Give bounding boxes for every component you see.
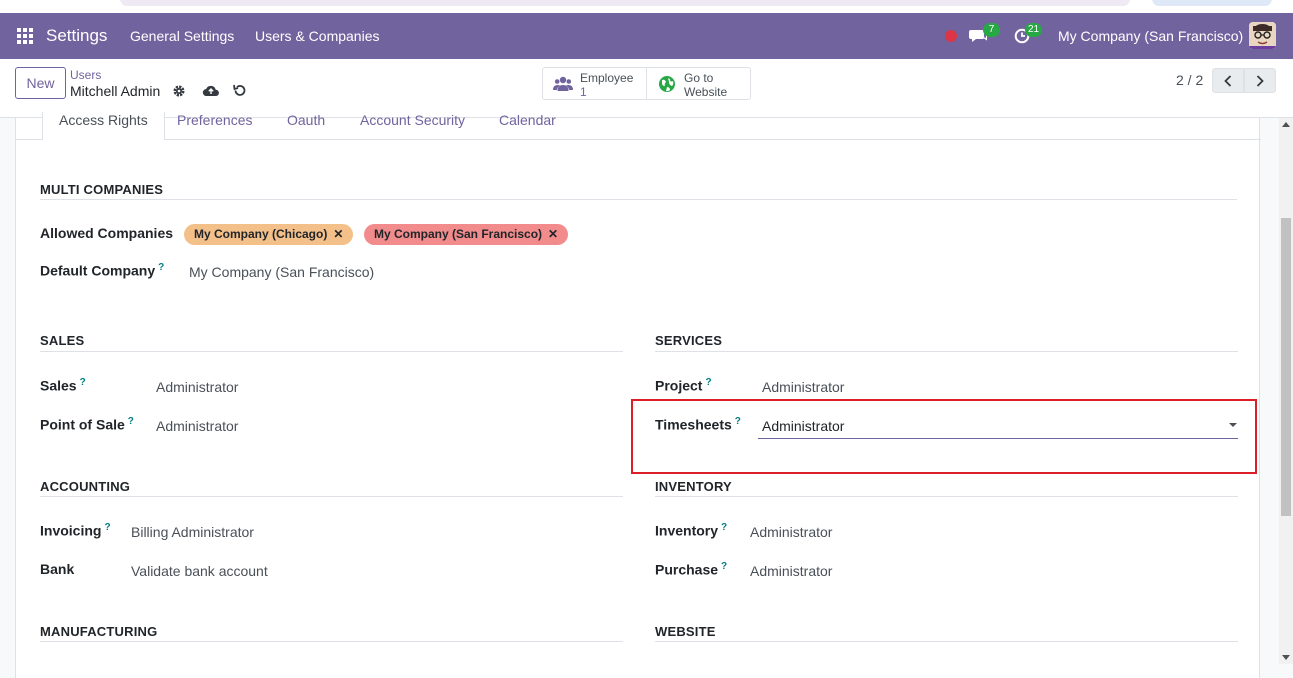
inventory-value[interactable]: Administrator [750,524,832,540]
employee-count: 1 [580,85,587,99]
field-label-purchase: Purchase? [655,561,727,578]
point-of-sale-value[interactable]: Administrator [156,418,238,434]
section-divider [40,199,1237,200]
section-divider [655,641,1238,642]
field-label-project: Project? [655,377,712,394]
scroll-up-arrow-icon[interactable] [1282,122,1290,127]
breadcrumb-users[interactable]: Users [70,68,101,82]
chevron-left-icon [1224,75,1232,87]
section-title-manufacturing: MANUFACTURING [40,624,158,639]
apps-grid-icon[interactable] [17,28,33,44]
user-avatar[interactable] [1249,22,1276,49]
purchase-value[interactable]: Administrator [750,563,832,579]
breadcrumb-current-record: Mitchell Admin [70,83,161,99]
section-title-website: WEBSITE [655,624,716,639]
field-label-text: Inventory [655,522,719,539]
section-divider [655,351,1238,352]
employee-smart-button[interactable]: Employee 1 [542,67,647,100]
activity-count-badge: 21 [1025,23,1043,37]
field-label-text: Point of Sale [40,416,125,433]
scroll-down-arrow-icon[interactable] [1282,655,1290,660]
section-divider [40,641,623,642]
field-label-text: Sales [40,377,77,394]
section-divider [40,496,623,497]
tag-label: My Company (Chicago) [194,227,328,241]
close-icon[interactable]: ✕ [548,227,558,241]
form-sheet: Access Rights Preferences Oauth Account … [15,112,1261,678]
notebook-tabs: Access Rights Preferences Oauth Account … [16,112,1261,140]
tab-oauth[interactable]: Oauth [287,112,325,128]
pager-next-button[interactable] [1244,68,1276,93]
help-tooltip-icon[interactable]: ? [721,522,727,533]
section-title-multi-companies: MULTI COMPANIES [40,182,164,197]
control-panel: New Users Mitchell Admin Employee 1 Go t… [0,59,1293,118]
app-title[interactable]: Settings [46,26,107,46]
scrollbar-thumb[interactable] [1281,218,1291,516]
field-label-allowed-companies: Allowed Companies [40,225,174,241]
globe-icon [659,76,675,92]
help-tooltip-icon[interactable]: ? [128,416,134,427]
project-value[interactable]: Administrator [762,379,844,395]
field-label-default-company: Default Company? [40,262,164,279]
field-label-sales: Sales? [40,377,86,394]
menu-users-companies[interactable]: Users & Companies [255,28,380,44]
go-to-website-button[interactable]: Go to Website [646,67,751,100]
chat-count-badge: 7 [983,23,1000,37]
tag-label: My Company (San Francisco) [374,227,543,241]
field-label-text: Project [655,377,703,394]
menu-general-settings[interactable]: General Settings [130,28,234,44]
help-tooltip-icon[interactable]: ? [721,561,727,572]
tab-access-rights[interactable]: Access Rights [42,112,165,140]
gear-icon[interactable] [172,84,186,98]
avatar-face-icon [1249,22,1276,49]
website-label-line1: Go to [684,71,714,85]
pager-previous-button[interactable] [1212,68,1244,93]
tab-calendar[interactable]: Calendar [499,112,556,128]
section-divider [655,496,1238,497]
tab-preferences[interactable]: Preferences [177,112,252,128]
recording-status-icon[interactable] [945,30,957,42]
website-label-line2: Website [684,85,728,99]
field-label-invoicing: Invoicing? [40,522,111,539]
browser-address-bar[interactable] [120,0,1130,6]
close-icon[interactable]: ✕ [333,227,343,241]
top-navbar: Settings General Settings Users & Compan… [0,13,1293,59]
help-tooltip-icon[interactable]: ? [158,262,164,273]
field-label-bank: Bank [40,561,75,577]
discard-undo-icon[interactable] [232,83,247,98]
field-label-point-of-sale: Point of Sale? [40,416,134,433]
section-title-accounting: ACCOUNTING [40,479,131,494]
field-label-text: Default Company [40,262,156,279]
help-tooltip-icon[interactable]: ? [705,377,711,388]
section-title-sales: SALES [40,333,85,348]
field-label-inventory: Inventory? [655,522,727,539]
sales-value[interactable]: Administrator [156,379,238,395]
page-scrollbar[interactable] [1279,118,1293,664]
chevron-right-icon [1256,75,1264,87]
field-label-text: Invoicing [40,522,102,539]
pager-value[interactable]: 2 / 2 [1176,72,1203,88]
invoicing-value[interactable]: Billing Administrator [131,524,254,540]
browser-strip [0,0,1293,13]
help-tooltip-icon[interactable]: ? [80,377,86,388]
tag-company-san-francisco[interactable]: My Company (San Francisco) ✕ [364,224,569,245]
timesheets-highlight-box [631,399,1257,474]
bank-value[interactable]: Validate bank account [131,563,268,579]
section-title-services: SERVICES [655,333,723,348]
default-company-value[interactable]: My Company (San Francisco) [189,264,374,280]
section-divider [40,351,623,352]
section-title-inventory: INVENTORY [655,479,732,494]
browser-profile-button[interactable] [1152,0,1272,6]
tag-company-chicago[interactable]: My Company (Chicago) ✕ [184,224,354,245]
employee-label: Employee [580,71,634,85]
users-group-icon [553,76,573,91]
field-label-text: Purchase [655,561,719,578]
new-button[interactable]: New [15,67,66,99]
help-tooltip-icon[interactable]: ? [104,522,110,533]
company-switcher[interactable]: My Company (San Francisco) [1058,28,1243,44]
tab-account-security[interactable]: Account Security [360,112,465,128]
save-cloud-icon[interactable] [202,84,220,98]
